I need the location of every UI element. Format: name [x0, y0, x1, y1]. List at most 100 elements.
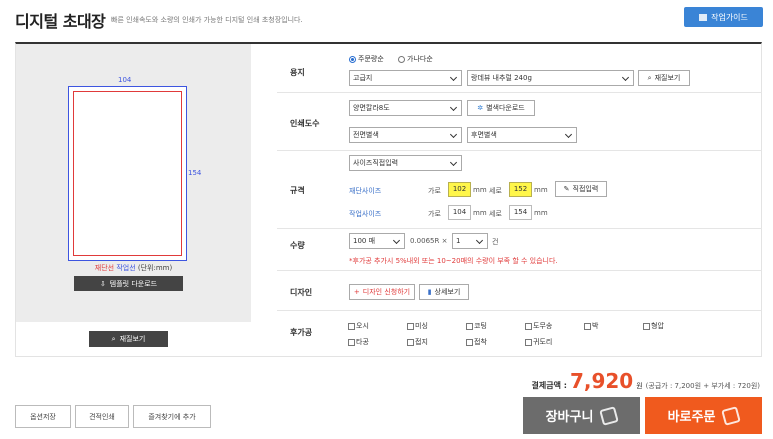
cut-height-label: 세로 — [489, 187, 502, 195]
work-guide-button[interactable]: 작업가이드 — [684, 7, 763, 27]
finish-option-checkbox[interactable]: 귀도리 — [525, 337, 552, 347]
work-height-input[interactable]: 154 — [509, 205, 532, 220]
work-width-input[interactable]: 104 — [448, 205, 471, 220]
work-line-legend: 작업선 — [116, 264, 136, 272]
finish-option-checkbox[interactable]: 도무송 — [525, 321, 552, 331]
design-request-button[interactable]: + 디자인 신청하기 — [349, 284, 415, 300]
sort-by-name-label: 가나다순 — [407, 55, 433, 63]
checkbox-icon — [466, 322, 473, 330]
preview-height-label: 154 — [188, 169, 202, 177]
cut-width-input[interactable]: 102 — [448, 182, 471, 197]
search-icon: ⌕ — [647, 73, 652, 82]
cut-line-legend: 재단선 — [94, 264, 115, 272]
finish-option-label: 귀도리 — [533, 338, 553, 346]
size-mode-select[interactable]: 사이즈직접입력 — [349, 155, 462, 171]
rate-text: 0.0065R × — [410, 237, 448, 245]
clip-icon — [721, 405, 742, 426]
quantity-select[interactable]: 100 매 — [349, 233, 405, 249]
quantity-row-label: 수량 — [290, 241, 305, 250]
row-divider — [277, 228, 762, 229]
work-guide-label: 작업가이드 — [711, 12, 748, 22]
save-option-button[interactable]: 옵션저장 — [15, 405, 71, 428]
direct-input-button[interactable]: ✎ 직접입력 — [555, 181, 607, 197]
cut-height-input[interactable]: 152 — [509, 182, 532, 197]
sets-select[interactable]: 1 — [452, 233, 488, 249]
sort-by-order-label: 주문량순 — [358, 55, 384, 63]
quantity-notice: *후가공 추가시 5%내외 또는 10~20매의 수량이 부족 할 수 있습니다… — [349, 257, 558, 265]
add-favorite-button[interactable]: 즐겨찾기에 추가 — [133, 405, 211, 428]
checkbox-icon — [348, 338, 355, 346]
quote-print-button[interactable]: 견적인쇄 — [75, 405, 129, 428]
front-color-select[interactable]: 전면별색 — [349, 127, 462, 143]
unit-label: mm — [473, 209, 487, 217]
paper-view-label: 재질보기 — [119, 335, 146, 343]
paper-name-select[interactable]: 랑데뷰 내추럴 240g — [467, 70, 634, 86]
checkbox-icon — [466, 338, 473, 346]
finish-option-checkbox[interactable]: 코팅 — [466, 321, 487, 331]
clip-icon — [599, 405, 620, 426]
row-divider — [277, 150, 762, 151]
print-sides-select[interactable]: 양면칼라8도 — [349, 100, 462, 116]
plus-icon: + — [353, 288, 360, 296]
checkbox-icon — [348, 322, 355, 330]
paper-row-label: 용지 — [290, 68, 305, 77]
download-icon: ⇩ — [99, 279, 106, 288]
finish-option-label: 미싱 — [415, 322, 428, 330]
unit-label: mm — [534, 209, 548, 217]
back-color-select[interactable]: 후면별색 — [467, 127, 577, 143]
sort-by-order-radio[interactable]: 주문량순 — [349, 54, 384, 64]
preview-width-label: 104 — [118, 76, 132, 84]
total-currency: 원 — [636, 382, 643, 390]
page-title: 디지털 초대장 — [15, 12, 106, 31]
finish-option-label: 형압 — [651, 322, 664, 330]
design-detail-label: 상세보기 — [434, 288, 461, 296]
gear-icon: ✲ — [477, 104, 484, 112]
order-now-label: 바로주문 — [667, 410, 716, 425]
finish-option-checkbox[interactable]: 형압 — [643, 321, 664, 331]
checkbox-icon — [643, 322, 650, 330]
finish-option-checkbox[interactable]: 박 — [584, 321, 598, 331]
size-row-label: 규격 — [290, 186, 305, 195]
finish-option-label: 타공 — [356, 338, 369, 346]
design-detail-button[interactable]: ▮ 상세보기 — [419, 284, 469, 300]
pencil-icon: ✎ — [563, 185, 570, 193]
design-request-label: 디자인 신청하기 — [362, 288, 411, 296]
spot-color-download-button[interactable]: ✲ 별색다운로드 — [467, 100, 535, 116]
page-subtitle: 빠른 인쇄속도와 소량의 인쇄가 가능한 디지털 인쇄 초청장입니다. — [111, 16, 303, 24]
print-color-row-label: 인쇄도수 — [290, 119, 320, 128]
sort-by-name-radio[interactable]: 가나다순 — [398, 54, 433, 64]
checkbox-icon — [525, 338, 532, 346]
row-divider — [277, 270, 762, 271]
work-size-label: 작업사이즈 — [349, 210, 382, 218]
finish-option-checkbox[interactable]: 접착 — [466, 337, 487, 347]
template-download-button[interactable]: ⇩ 템플릿 다운로드 — [74, 276, 183, 291]
paper-view-button[interactable]: ⌕ 재질보기 — [89, 331, 168, 347]
checkbox-icon — [584, 322, 591, 330]
finish-option-checkbox[interactable]: 오시 — [348, 321, 369, 331]
work-width-label: 가로 — [428, 210, 441, 218]
row-divider — [277, 92, 762, 93]
paper-type-select[interactable]: 고급지 — [349, 70, 462, 86]
spot-color-download-label: 별색다운로드 — [486, 104, 525, 112]
cut-size-label: 재단사이즈 — [349, 187, 382, 195]
finish-option-label: 접지 — [415, 338, 428, 346]
finish-option-checkbox[interactable]: 접지 — [407, 337, 428, 347]
cart-button[interactable]: 장바구니 — [523, 397, 640, 434]
total-label: 결제금액 : — [531, 381, 567, 390]
order-now-button[interactable]: 바로주문 — [645, 397, 762, 434]
image-icon — [699, 13, 708, 21]
radio-unchecked-icon — [398, 55, 405, 63]
finish-option-label: 박 — [592, 322, 599, 330]
total-price: 결제금액 : 7,920 원 (공급가 : 7,200원 + 부가세 : 720… — [532, 369, 760, 393]
total-amount: 7,920 — [569, 369, 634, 393]
template-download-label: 템플릿 다운로드 — [109, 279, 158, 288]
sets-unit: 건 — [492, 238, 499, 246]
radio-checked-icon — [349, 55, 356, 63]
total-breakdown: (공급가 : 7,200원 + 부가세 : 720원) — [645, 382, 760, 390]
finish-option-checkbox[interactable]: 미싱 — [407, 321, 428, 331]
checkbox-icon — [525, 322, 532, 330]
cut-line-box — [73, 91, 182, 256]
paper-view-small-button[interactable]: ⌕ 재질보기 — [638, 70, 690, 86]
finish-option-checkbox[interactable]: 타공 — [348, 337, 369, 347]
unit-label: mm — [473, 186, 487, 194]
